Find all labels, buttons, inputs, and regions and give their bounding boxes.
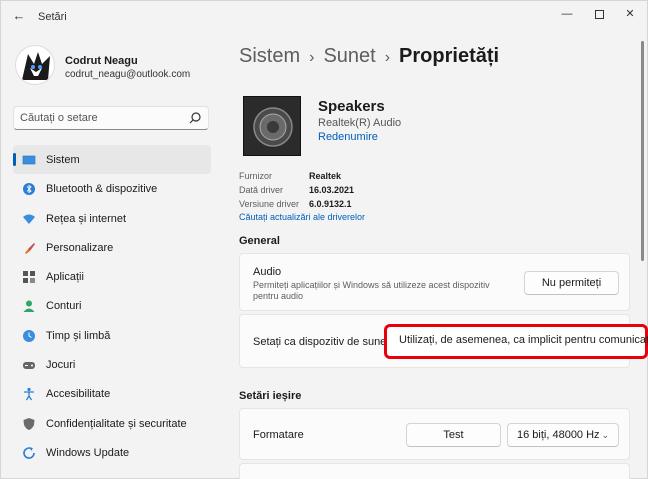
sidebar-nav: Sistem Bluetooth & dispozitive Rețea și … (13, 145, 211, 467)
sidebar-item-conturi[interactable]: Conturi (13, 291, 211, 320)
sidebar-item-label: Rețea și internet (46, 212, 127, 225)
sidebar-item-label: Windows Update (46, 446, 130, 459)
chevron-down-icon: ⌄ (601, 430, 609, 440)
format-title: Formatare (253, 429, 304, 441)
info-value: 6.0.9132.1 (309, 199, 352, 209)
maximize-button[interactable] (589, 6, 609, 22)
sidebar-item-label: Bluetooth & dispozitive (46, 183, 158, 196)
format-select[interactable]: 16 biți, 48000 Hz ⌄ (507, 423, 619, 447)
avatar[interactable] (15, 45, 55, 85)
sidebar-item-label: Confidențialitate și securitate (46, 417, 187, 430)
sidebar-item-label: Jocuri (46, 359, 76, 372)
update-icon (23, 446, 35, 459)
disallow-button[interactable]: Nu permiteți (524, 271, 619, 295)
driver-update-link[interactable]: Căutați actualizări ale driverelor (239, 212, 365, 222)
maximize-icon (594, 9, 604, 19)
monitor-icon (22, 155, 36, 165)
breadcrumb-separator: › (384, 49, 391, 66)
sidebar-item-jocuri[interactable]: Jocuri (13, 350, 211, 379)
sidebar-item-personalizare[interactable]: Personalizare (13, 233, 211, 262)
search-icon[interactable] (188, 111, 202, 125)
sidebar-item-windows-update[interactable]: Windows Update (13, 438, 211, 467)
apps-icon (23, 271, 35, 284)
rename-link[interactable]: Redenumire (318, 131, 378, 143)
search-box[interactable] (13, 106, 209, 130)
info-value: 16.03.2021 (309, 185, 355, 195)
format-card: Formatare Test 16 biți, 48000 Hz ⌄ (239, 408, 630, 460)
shield-icon (23, 417, 35, 430)
default-communications-dropdown[interactable]: Utilizați, de asemenea, ca implicit pent… (384, 324, 648, 359)
app-title: Setări (38, 11, 67, 23)
info-value: Realtek (309, 171, 342, 181)
sidebar-item-label: Accesibilitate (46, 388, 111, 401)
sidebar-item-label: Aplicații (46, 271, 84, 284)
settings-window: ← Setări — ✕ Codrut Neagu codrut_neagu@o… (0, 0, 648, 479)
sidebar-item-retea[interactable]: Rețea și internet (13, 204, 211, 233)
audio-title: Audio (253, 266, 282, 278)
minimize-button[interactable]: — (557, 6, 577, 22)
format-select-value: 16 biți, 48000 Hz (517, 429, 600, 441)
test-button[interactable]: Test (406, 423, 501, 447)
back-button[interactable]: ← (11, 9, 27, 23)
breadcrumb-sunet[interactable]: Sunet (323, 45, 375, 67)
breadcrumb-separator: › (309, 49, 315, 66)
info-key: Dată driver (239, 185, 284, 195)
page-title: Proprietăți (399, 45, 500, 67)
user-email: codrut_neagu@outlook.com (65, 69, 191, 80)
sidebar-item-confidentialitate[interactable]: Confidențialitate și securitate (13, 409, 211, 438)
paintbrush-icon (25, 242, 35, 254)
sidebar-item-bluetooth[interactable]: Bluetooth & dispozitive (13, 174, 211, 203)
device-driver: Realtek(R) Audio (318, 117, 402, 129)
audio-card: Audio Permiteți aplicațiilor și Windows … (239, 253, 630, 311)
clock-globe-icon (23, 329, 35, 342)
device-name: Speakers (318, 98, 385, 115)
section-title-general: General (239, 235, 280, 247)
sidebar-item-aplicatii[interactable]: Aplicații (13, 262, 211, 291)
title-bar: ← Setări — ✕ (1, 1, 647, 31)
breadcrumb-sistem[interactable]: Sistem (239, 45, 300, 67)
info-key: Furnizor (239, 171, 273, 181)
sidebar-item-timp[interactable]: Timp și limbă (13, 321, 211, 350)
search-input[interactable] (20, 110, 180, 126)
user-name: Codrut Neagu (65, 55, 138, 67)
sidebar-item-label: Personalizare (46, 241, 114, 254)
sidebar-item-label: Sistem (46, 154, 80, 166)
sidebar-item-label: Timp și limbă (46, 329, 111, 342)
speaker-icon (243, 96, 301, 156)
close-button[interactable]: ✕ (620, 6, 640, 22)
wifi-icon (23, 214, 35, 224)
audio-description: Permiteți aplicațiilor și Windows să uti… (253, 280, 490, 301)
dropdown-label: Utilizați, de asemenea, ca implicit pent… (399, 334, 648, 346)
info-key: Versiune driver (239, 199, 300, 209)
next-card (239, 463, 630, 479)
sidebar-item-accesibilitate[interactable]: Accesibilitate (13, 379, 211, 408)
gamepad-icon (23, 362, 35, 370)
sidebar-item-sistem[interactable]: Sistem (13, 145, 211, 175)
person-icon (23, 300, 35, 313)
accessibility-icon (24, 388, 34, 401)
breadcrumb: Sistem › Sunet › Proprietăți (239, 45, 499, 68)
sidebar-item-label: Conturi (46, 300, 82, 313)
bluetooth-icon (23, 183, 35, 196)
scrollbar[interactable] (641, 41, 644, 261)
section-title-output: Setări ieșire (239, 390, 302, 402)
